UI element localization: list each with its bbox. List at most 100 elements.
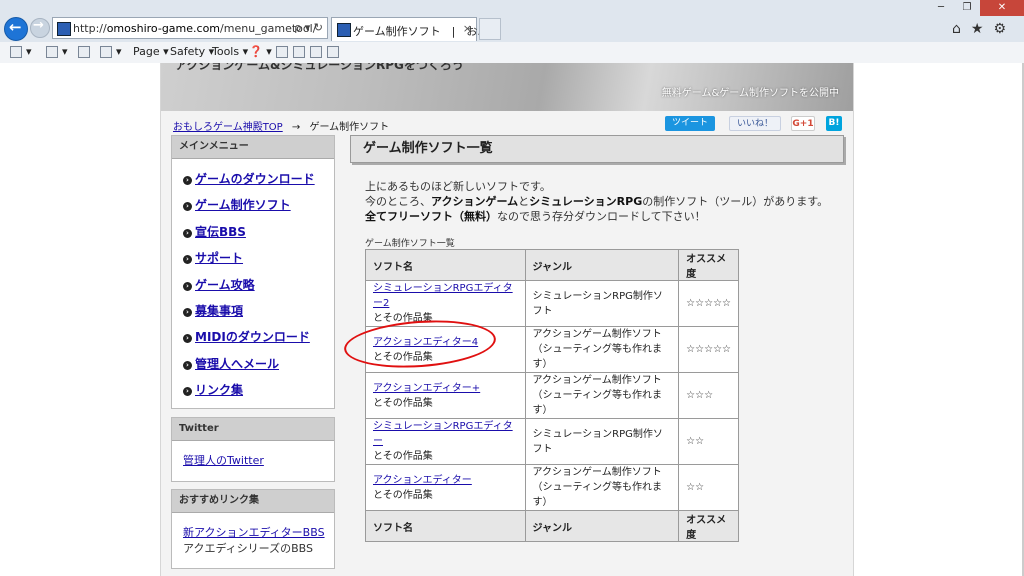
safety-menu[interactable]: Safety ▾ xyxy=(170,45,214,58)
banner-subtitle: 無料ゲーム&ゲーム制作ソフトを公開中 xyxy=(661,88,839,99)
tweet-button[interactable]: ツイート xyxy=(665,116,715,131)
main-menu-heading: メインメニュー xyxy=(172,136,334,159)
back-button[interactable] xyxy=(4,17,28,41)
bullet-icon: › xyxy=(183,334,192,343)
address-bar[interactable]: http://omoshiro-game.com/menu_gametool/ … xyxy=(52,17,328,39)
breadcrumb-home-link[interactable]: おもしろゲーム神殿TOP xyxy=(173,122,283,133)
menu-link[interactable]: MIDIのダウンロード xyxy=(195,330,310,344)
bullet-icon: › xyxy=(183,176,192,185)
menu-link[interactable]: 宣伝BBS xyxy=(195,225,246,239)
page-title: ゲーム制作ソフト一覧 xyxy=(350,135,844,163)
intro-line-1: 上にあるものほど新しいソフトです。 xyxy=(365,180,551,193)
window-controls: ─ ❐ ✕ xyxy=(928,0,1024,16)
software-sub: とその作品集 xyxy=(373,451,433,462)
feeds-icon[interactable] xyxy=(46,46,58,58)
menu-item-walkthrough[interactable]: › ゲーム攻略 xyxy=(183,276,255,293)
twitter-box: Twitter 管理人のTwitter xyxy=(171,417,335,482)
tools-menu[interactable]: Tools ▾ xyxy=(212,45,248,58)
address-controls[interactable]: ρ ▾ ↻ xyxy=(294,21,323,34)
site-favicon-icon xyxy=(57,22,71,36)
translate-icon[interactable] xyxy=(310,46,322,58)
intro-line-3: 全てフリーソフト（無料）なので思う存分ダウンロードして下さい！ xyxy=(365,210,706,223)
menu-link[interactable]: ゲームのダウンロード xyxy=(195,172,315,186)
bbs-link[interactable]: 新アクションエディターBBS xyxy=(183,526,325,539)
recommended-links-box: おすすめリンク集 新アクションエディターBBS アクエディシリーズのBBS xyxy=(171,489,335,569)
new-tab-button[interactable] xyxy=(479,18,501,40)
facebook-like-button[interactable]: いいね！ xyxy=(729,116,781,131)
recommended-links-heading: おすすめリンク集 xyxy=(172,490,334,513)
menu-link[interactable]: 募集事項 xyxy=(195,304,243,318)
tab-favicon-icon xyxy=(337,23,351,37)
column-footer-rating: オススメ度 xyxy=(678,510,739,542)
menu-item-mail[interactable]: › 管理人へメール xyxy=(183,355,279,372)
software-name-cell: シミュレーションRPGエディターとその作品集 xyxy=(365,418,526,465)
home-icon[interactable] xyxy=(10,46,22,58)
table-row: シミュレーションRPGエディター2 とその作品集 シミュレーションRPG制作ソフト… xyxy=(365,280,739,327)
breadcrumb-current: ゲーム制作ソフト xyxy=(309,122,390,133)
tab-close-icon[interactable]: × xyxy=(463,22,472,35)
addon-icon[interactable] xyxy=(276,46,288,58)
restore-button[interactable]: ❐ xyxy=(954,0,980,16)
menu-item-midi[interactable]: › MIDIのダウンロード xyxy=(183,328,310,345)
table-row: シミュレーションRPGエディター とその作品集 シミュレーションRPG制作ソフト … xyxy=(365,418,739,465)
main-menu-box: メインメニュー › ゲームのダウンロード › ゲーム制作ソフト › 宣伝BBS › サポ… xyxy=(171,135,335,409)
column-header-genre: ジャンル xyxy=(524,249,680,281)
rating-cell: ☆☆ xyxy=(678,418,739,465)
page-menu[interactable]: Page ▾ xyxy=(133,45,169,58)
genre-cell: アクションゲーム制作ソフト （シューティング等も作れます） xyxy=(524,372,680,419)
forward-button[interactable] xyxy=(30,18,50,38)
home-dropdown[interactable]: ▾ xyxy=(26,45,32,58)
menu-item-links[interactable]: › リンク集 xyxy=(183,381,243,398)
software-sub: とその作品集 xyxy=(373,397,433,409)
research-icon[interactable] xyxy=(293,46,305,58)
hatena-button[interactable]: B! xyxy=(826,116,842,131)
breadcrumb: おもしろゲーム神殿TOP → ゲーム制作ソフト xyxy=(173,118,389,133)
print-icon[interactable] xyxy=(100,46,112,58)
page-content: アクションゲーム&シミュレーションRPGをつくろう 無料ゲーム&ゲーム制作ソフト… xyxy=(160,63,854,576)
genre-cell: アクションゲーム制作ソフト （シューティング等も作れます） xyxy=(524,326,680,373)
help-menu[interactable]: ❓ ▾ xyxy=(249,45,272,58)
menu-link[interactable]: サポート xyxy=(195,251,243,265)
menu-item-downloads[interactable]: › ゲームのダウンロード xyxy=(183,170,315,187)
menu-link[interactable]: ゲーム攻略 xyxy=(195,278,255,292)
toolbar-icons[interactable]: ⌂★⚙ xyxy=(952,21,1016,37)
recommended-link-wrap: 新アクションエディターBBS xyxy=(183,524,325,540)
menu-link[interactable]: 管理人へメール xyxy=(195,357,279,371)
print-dropdown[interactable]: ▾ xyxy=(116,45,122,58)
menu-item-support[interactable]: › サポート xyxy=(183,249,243,266)
breadcrumb-arrow: → xyxy=(291,122,301,133)
tab-active[interactable]: ゲーム制作ソフト | お... × xyxy=(331,17,488,41)
menu-item-game-tools[interactable]: › ゲーム制作ソフト xyxy=(183,196,291,213)
bullet-icon: › xyxy=(183,229,192,238)
bullet-icon: › xyxy=(183,387,192,396)
software-name-cell: アクションエディター とその作品集 xyxy=(365,464,526,511)
minimize-button[interactable]: ─ xyxy=(928,0,954,16)
software-link[interactable]: アクションエディター+ xyxy=(373,383,480,394)
table-row: アクションエディター とその作品集 アクションゲーム制作ソフト （シューティング等も… xyxy=(365,464,739,511)
table-row: アクションエディター+ とその作品集 アクションゲーム制作ソフト （シューティング等… xyxy=(365,372,739,419)
extension-icon[interactable] xyxy=(327,46,339,58)
bullet-icon: › xyxy=(183,361,192,370)
rating-cell: ☆☆ xyxy=(678,464,739,511)
feeds-dropdown[interactable]: ▾ xyxy=(62,45,68,58)
address-url[interactable]: http://omoshiro-game.com/menu_gametool/ xyxy=(73,22,316,35)
bullet-icon: › xyxy=(183,282,192,291)
menu-link[interactable]: リンク集 xyxy=(195,383,243,397)
menu-item-recruit[interactable]: › 募集事項 xyxy=(183,302,243,319)
close-window-button[interactable]: ✕ xyxy=(980,0,1024,16)
table-header-row: ソフト名 ジャンル オススメ度 xyxy=(365,249,739,281)
column-footer-name: ソフト名 xyxy=(365,510,526,542)
software-link[interactable]: シミュレーションRPGエディター xyxy=(373,421,513,447)
software-link[interactable]: シミュレーションRPGエディター2 xyxy=(373,283,513,309)
browser-titlebar: http://omoshiro-game.com/menu_gametool/ … xyxy=(0,0,1024,42)
software-link[interactable]: アクションエディター xyxy=(373,475,472,486)
genre-cell: シミュレーションRPG制作ソフト xyxy=(524,418,680,465)
menu-item-bbs[interactable]: › 宣伝BBS xyxy=(183,223,246,240)
mail-icon[interactable] xyxy=(78,46,90,58)
site-banner: アクションゲーム&シミュレーションRPGをつくろう 無料ゲーム&ゲーム制作ソフト… xyxy=(161,63,853,111)
software-sub: とその作品集 xyxy=(373,489,433,501)
gplus-button[interactable]: G+1 xyxy=(791,116,815,131)
command-bar: ▾ ▾ ▾ Page ▾ Safety ▾ Tools ▾ ❓ ▾ xyxy=(0,42,1024,64)
menu-link[interactable]: ゲーム制作ソフト xyxy=(195,198,291,212)
twitter-link[interactable]: 管理人のTwitter xyxy=(183,454,264,467)
